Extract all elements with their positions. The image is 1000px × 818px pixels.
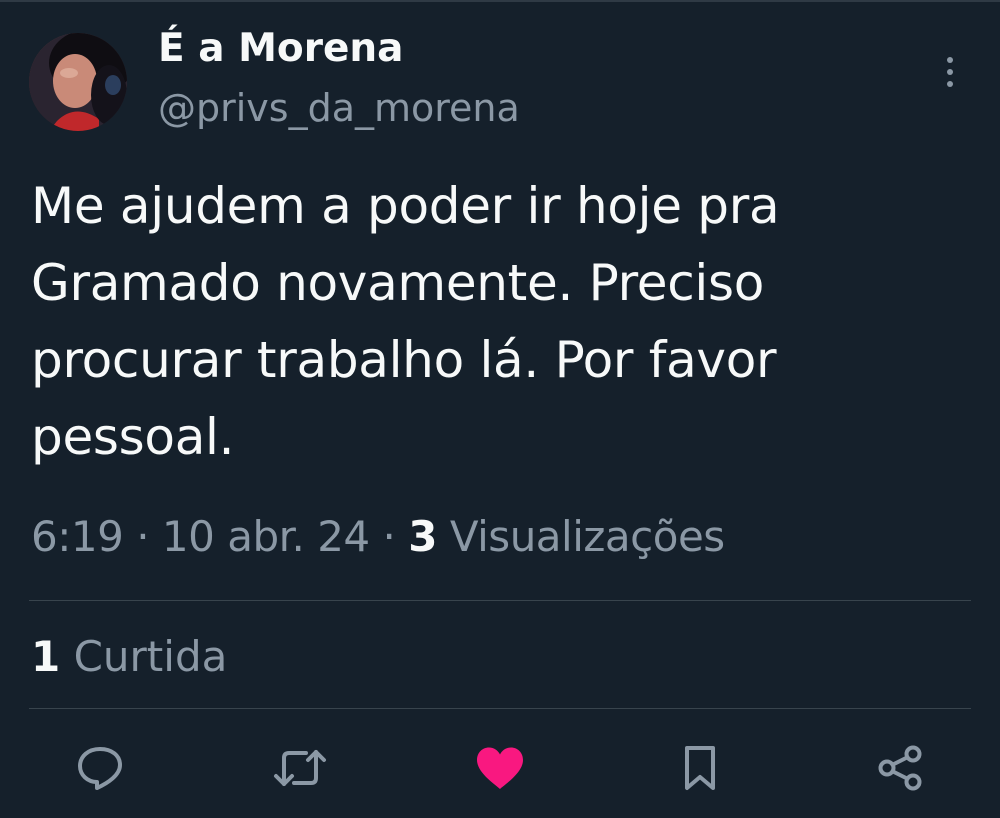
meta-separator: · — [382, 512, 396, 561]
bookmark-button[interactable] — [672, 740, 728, 796]
display-name[interactable]: É a Morena — [158, 26, 403, 71]
views-label: Visualizações — [449, 512, 725, 561]
retweet-icon — [274, 750, 326, 786]
likes-label: Curtida — [73, 632, 228, 681]
tweet-detail: É a Morena @privs_da_morena Me ajudem a … — [0, 0, 1000, 818]
divider — [29, 708, 971, 709]
divider — [29, 600, 971, 601]
tweet-time[interactable]: 6:19 — [31, 512, 124, 561]
meta-separator: · — [136, 512, 150, 561]
more-options-button[interactable] — [930, 52, 970, 92]
retweet-button[interactable] — [272, 740, 328, 796]
avatar[interactable] — [29, 33, 127, 131]
heart-icon — [477, 747, 523, 789]
like-button[interactable] — [472, 740, 528, 796]
avatar-image — [29, 33, 127, 131]
likes-stat[interactable]: 1 Curtida — [31, 632, 227, 681]
reply-button[interactable] — [72, 740, 128, 796]
bookmark-icon — [685, 746, 715, 790]
top-divider — [0, 0, 1000, 2]
share-button[interactable] — [872, 740, 928, 796]
user-handle[interactable]: @privs_da_morena — [158, 86, 520, 130]
share-icon — [878, 745, 922, 791]
tweet-meta: 6:19 · 10 abr. 24 · 3 Visualizações — [31, 512, 725, 561]
reply-icon — [78, 747, 122, 790]
tweet-date[interactable]: 10 abr. 24 — [162, 512, 370, 561]
tweet-text: Me ajudem a poder ir hoje pra Gramado no… — [31, 177, 780, 466]
likes-count: 1 — [31, 632, 61, 681]
more-vertical-icon — [947, 57, 953, 87]
views-count: 3 — [408, 512, 437, 561]
